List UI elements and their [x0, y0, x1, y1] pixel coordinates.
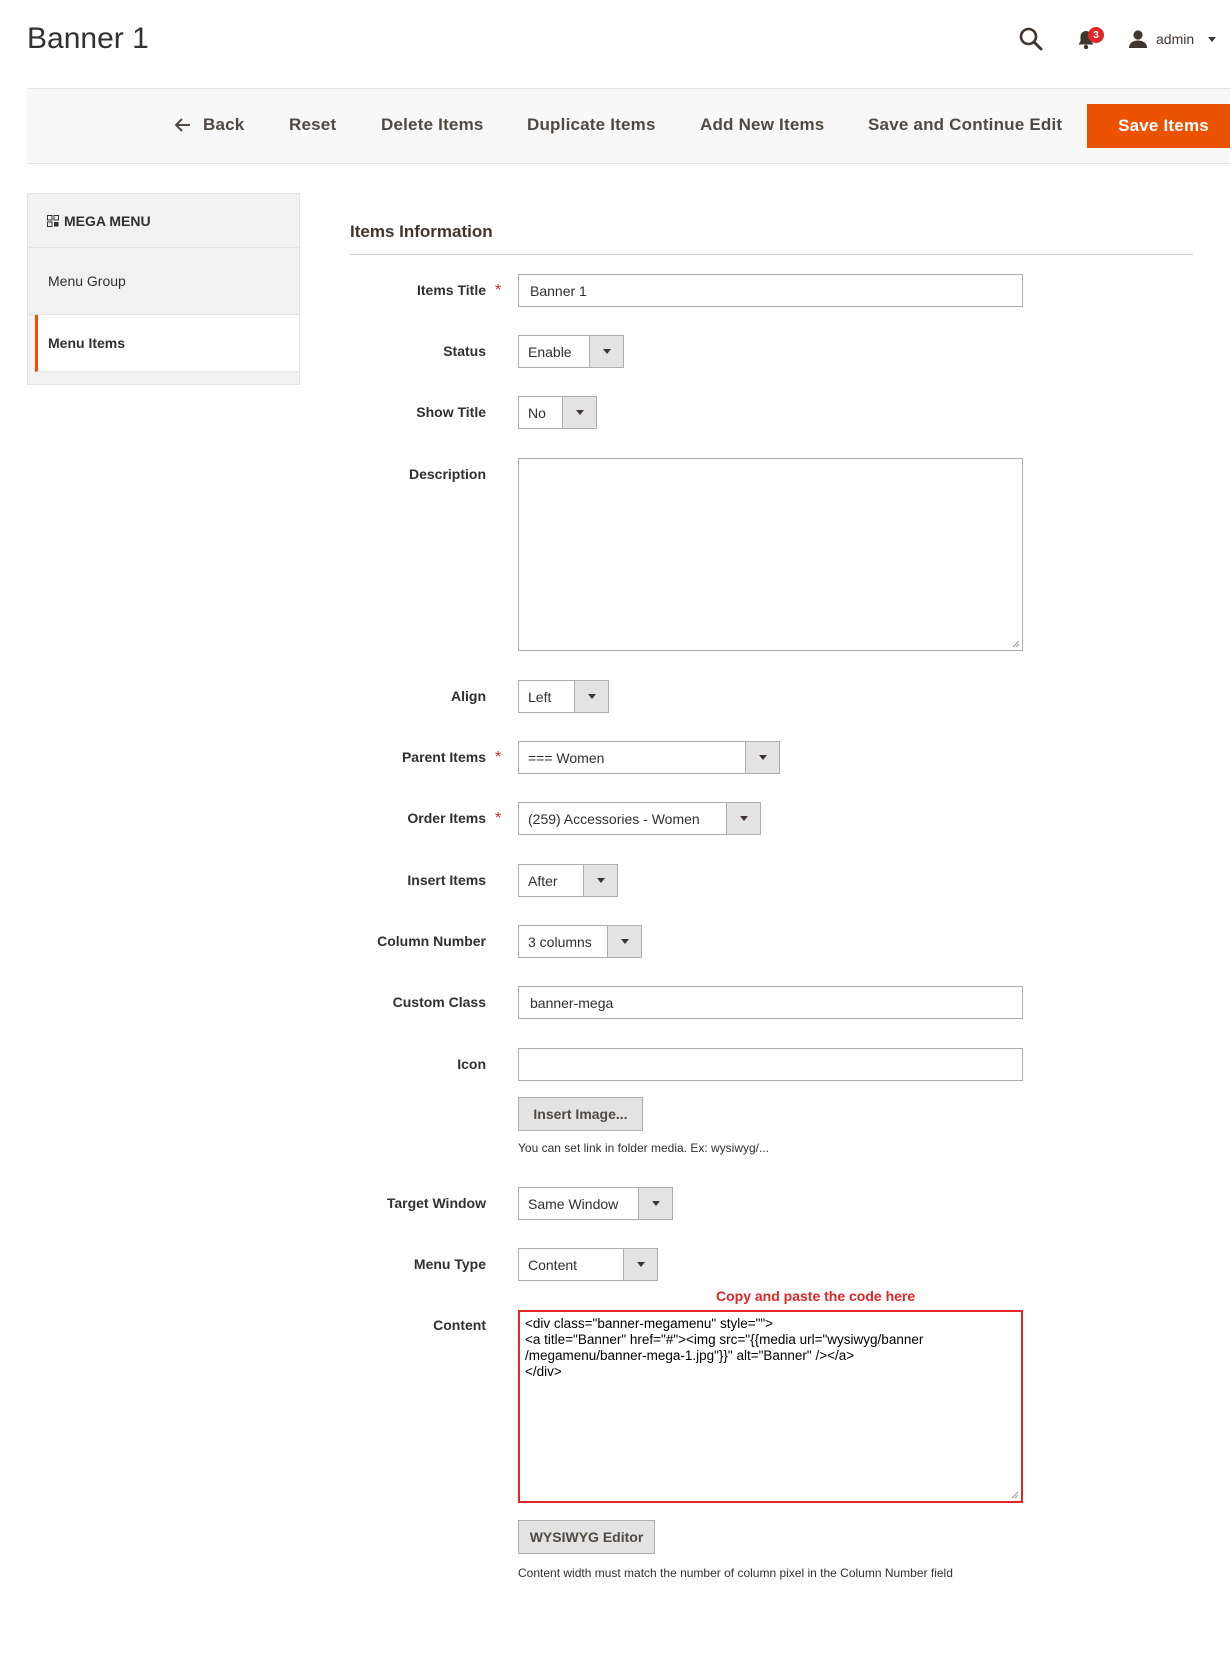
- chevron-down-icon: [726, 803, 760, 834]
- grid-icon: [47, 214, 59, 227]
- content-label: Content: [433, 1317, 486, 1333]
- menu-type-select[interactable]: Content: [518, 1248, 658, 1281]
- align-value: Left: [528, 688, 552, 705]
- show-title-label: Show Title: [416, 404, 486, 420]
- user-menu[interactable]: admin: [1128, 28, 1217, 50]
- order-items-label: Order Items: [407, 810, 486, 826]
- wysiwyg-editor-button[interactable]: WYSIWYG Editor: [518, 1520, 655, 1554]
- chevron-down-icon: [589, 336, 623, 367]
- show-title-select[interactable]: No: [518, 396, 597, 429]
- icon-field-label: Icon: [457, 1056, 486, 1072]
- chevron-down-icon: [1208, 36, 1217, 42]
- custom-class-label: Custom Class: [392, 994, 486, 1010]
- column-number-label: Column Number: [377, 933, 486, 949]
- required-marker: *: [495, 749, 502, 766]
- required-marker: *: [495, 810, 502, 827]
- items-title-input[interactable]: Banner 1: [518, 274, 1023, 307]
- chevron-down-icon: [745, 742, 779, 773]
- add-new-button[interactable]: Add New Items: [700, 103, 824, 147]
- chevron-down-icon: [574, 681, 608, 712]
- align-select[interactable]: Left: [518, 680, 609, 713]
- user-icon: [1129, 30, 1147, 48]
- status-value: Enable: [528, 343, 572, 360]
- required-marker: *: [495, 282, 502, 299]
- insert-image-button[interactable]: Insert Image...: [518, 1097, 643, 1131]
- page-title: Banner 1: [27, 22, 149, 55]
- insert-items-select[interactable]: After: [518, 864, 618, 897]
- sidebar-title: MEGA MENU: [28, 194, 299, 248]
- content-note: Content width must match the number of c…: [518, 1566, 953, 1580]
- target-window-select[interactable]: Same Window: [518, 1187, 673, 1220]
- status-select[interactable]: Enable: [518, 335, 624, 368]
- reset-button[interactable]: Reset: [289, 103, 336, 147]
- chevron-down-icon: [638, 1188, 672, 1219]
- parent-items-label: Parent Items: [401, 749, 486, 765]
- back-label: Back: [203, 115, 245, 134]
- status-label: Status: [443, 343, 486, 359]
- user-name: admin: [1156, 31, 1195, 47]
- chevron-down-icon: [607, 926, 641, 957]
- section-divider: [350, 254, 1193, 255]
- save-continue-button[interactable]: Save and Continue Edit: [868, 103, 1062, 147]
- resize-grip-icon[interactable]: [1011, 1491, 1019, 1499]
- menu-type-label: Menu Type: [413, 1256, 486, 1272]
- content-annotation: Copy and paste the code here: [716, 1288, 916, 1304]
- description-textarea[interactable]: [518, 458, 1023, 651]
- order-items-select[interactable]: (259) Accessories - Women: [518, 802, 761, 835]
- sidebar: MEGA MENU Menu Group Menu Items: [27, 193, 300, 385]
- order-items-value: (259) Accessories - Women: [528, 810, 700, 827]
- notification-badge: 3: [1088, 27, 1104, 43]
- parent-items-value: === Women: [528, 749, 605, 766]
- target-window-label: Target Window: [386, 1195, 486, 1211]
- resize-grip-icon[interactable]: [1012, 640, 1020, 648]
- sidebar-title-label: MEGA MENU: [64, 212, 151, 229]
- show-title-value: No: [528, 404, 546, 421]
- parent-items-select[interactable]: === Women: [518, 741, 780, 774]
- target-window-value: Same Window: [528, 1195, 619, 1212]
- delete-button[interactable]: Delete Items: [381, 103, 484, 147]
- insert-items-value: After: [528, 872, 558, 889]
- chevron-down-icon: [583, 865, 617, 896]
- align-label: Align: [451, 688, 486, 704]
- page-actions-toolbar: Back Reset Delete Items Duplicate Items …: [27, 88, 1230, 164]
- back-button[interactable]: Back: [175, 103, 244, 147]
- sidebar-item-menu-items[interactable]: Menu Items: [35, 315, 299, 372]
- sidebar-item-menu-group[interactable]: Menu Group: [28, 248, 299, 315]
- content-textarea[interactable]: <div class="banner-megamenu" style=""> <…: [518, 1310, 1023, 1503]
- chevron-down-icon: [623, 1249, 657, 1280]
- column-number-value: 3 columns: [528, 933, 592, 950]
- description-label: Description: [408, 466, 486, 482]
- section-title: Items Information: [350, 222, 493, 241]
- icon-note: You can set link in folder media. Ex: wy…: [518, 1141, 770, 1155]
- arrow-left-icon: [175, 118, 190, 132]
- menu-type-value: Content: [528, 1256, 578, 1273]
- icon-input[interactable]: [518, 1048, 1023, 1081]
- custom-class-input[interactable]: banner-mega: [518, 986, 1023, 1019]
- insert-items-label: Insert Items: [407, 872, 486, 888]
- column-number-select[interactable]: 3 columns: [518, 925, 642, 958]
- chevron-down-icon: [562, 397, 596, 428]
- search-icon[interactable]: [1018, 26, 1044, 52]
- duplicate-button[interactable]: Duplicate Items: [527, 103, 656, 147]
- save-button[interactable]: Save Items: [1087, 104, 1230, 148]
- items-title-label: Items Title: [417, 282, 486, 298]
